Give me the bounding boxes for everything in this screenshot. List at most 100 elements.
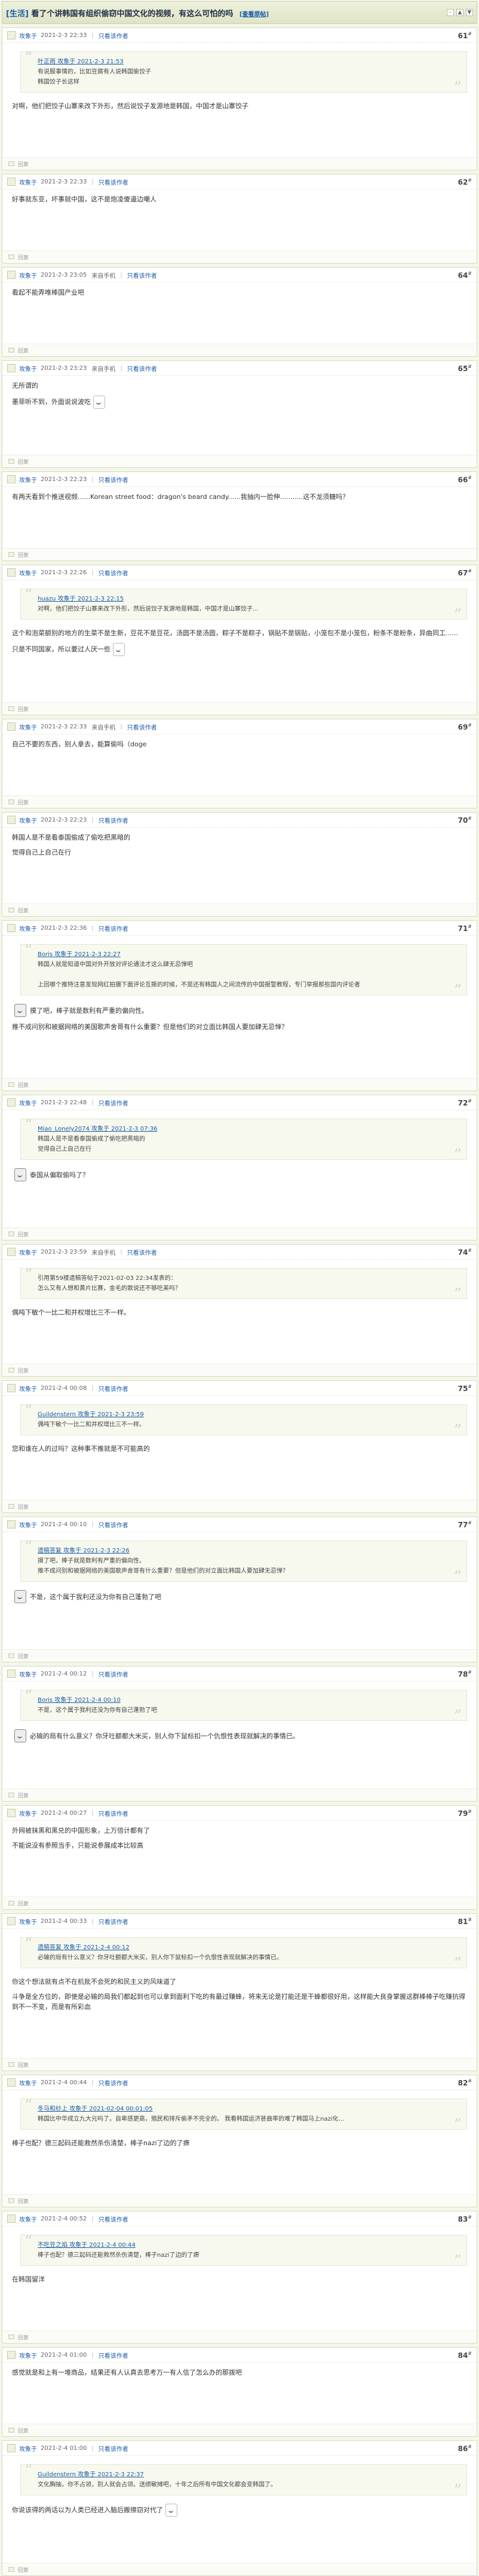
only-author-link[interactable]: 只看该作者 <box>99 2351 128 2360</box>
floor-number[interactable]: 67# <box>458 568 472 577</box>
only-author-link[interactable]: 只看该作者 <box>127 364 157 373</box>
reply-icon[interactable] <box>8 255 14 259</box>
reply-icon[interactable] <box>8 1653 14 1658</box>
reply-button[interactable]: 回复 <box>18 1230 29 1238</box>
quote-source-link[interactable]: Boris 攻象于 2021-2-3 22:27 <box>38 949 446 960</box>
username[interactable]: 攻象于 <box>19 364 37 373</box>
reply-icon[interactable] <box>8 552 14 557</box>
avatar[interactable] <box>7 475 16 483</box>
username[interactable]: 攻象于 <box>19 924 37 933</box>
only-author-link[interactable]: 只看该作者 <box>99 568 128 577</box>
reply-button[interactable]: 回复 <box>18 906 29 914</box>
only-author-link[interactable]: 只看该作者 <box>99 2078 128 2087</box>
reply-icon[interactable] <box>8 2428 14 2433</box>
reply-button[interactable]: 回复 <box>18 2061 29 2069</box>
reply-icon[interactable] <box>8 908 14 912</box>
floor-number[interactable]: 66# <box>458 475 472 484</box>
only-author-link[interactable]: 只看该作者 <box>99 1520 128 1529</box>
username[interactable]: 攻象于 <box>19 1917 37 1926</box>
only-author-link[interactable]: 只看该作者 <box>127 1248 157 1257</box>
reply-button[interactable]: 回复 <box>18 1367 29 1374</box>
floor-number[interactable]: 71# <box>458 924 472 933</box>
reply-icon[interactable] <box>8 2062 14 2067</box>
floor-number[interactable]: 74# <box>458 1248 472 1257</box>
floor-number[interactable]: 61# <box>458 31 472 40</box>
username[interactable]: 攻象于 <box>19 177 37 186</box>
username[interactable]: 攻象于 <box>19 1809 37 1818</box>
avatar[interactable] <box>7 1809 16 1817</box>
floor-number[interactable]: 62# <box>458 177 472 186</box>
reply-button[interactable]: 回复 <box>18 253 29 261</box>
reply-button[interactable]: 回复 <box>18 705 29 713</box>
reply-button[interactable]: 回复 <box>18 1900 29 1907</box>
only-author-link[interactable]: 只看该作者 <box>99 2444 128 2453</box>
floor-number[interactable]: 83# <box>458 2214 472 2223</box>
reply-icon[interactable] <box>8 1901 14 1906</box>
avatar[interactable] <box>7 2444 16 2452</box>
avatar[interactable] <box>7 1384 16 1392</box>
reply-icon[interactable] <box>8 1232 14 1236</box>
reply-button[interactable]: 回复 <box>18 2427 29 2434</box>
avatar[interactable] <box>7 1670 16 1678</box>
reply-button[interactable]: 回复 <box>18 1081 29 1089</box>
avatar[interactable] <box>7 2078 16 2087</box>
username[interactable]: 攻象于 <box>19 568 37 577</box>
reply-icon[interactable] <box>8 1504 14 1509</box>
floor-number[interactable]: 78# <box>458 1670 472 1678</box>
only-author-link[interactable]: 只看该作者 <box>99 1098 128 1107</box>
reply-icon[interactable] <box>8 2567 14 2572</box>
username[interactable]: 攻象于 <box>19 2214 37 2223</box>
reply-icon[interactable] <box>8 706 14 711</box>
avatar[interactable] <box>7 271 16 279</box>
username[interactable]: 攻象于 <box>19 816 37 825</box>
quote-source-link[interactable]: Guildenstern 攻象于 2021-2-3 22:37 <box>38 2470 446 2480</box>
reply-button[interactable]: 回复 <box>18 798 29 806</box>
username[interactable]: 攻象于 <box>19 1098 37 1107</box>
reply-icon[interactable] <box>8 1082 14 1087</box>
avatar[interactable] <box>7 568 16 577</box>
quote-source-link[interactable]: 遗稿答复 攻象于 2021-2-4 00:12 <box>38 1943 446 1953</box>
reply-button[interactable]: 回复 <box>18 2197 29 2205</box>
reply-icon[interactable] <box>8 800 14 804</box>
username[interactable]: 攻象于 <box>19 475 37 484</box>
username[interactable]: 攻象于 <box>19 271 37 280</box>
username[interactable]: 攻象于 <box>19 722 37 731</box>
username[interactable]: 攻象于 <box>19 1248 37 1257</box>
floor-number[interactable]: 77# <box>458 1520 472 1529</box>
floor-number[interactable]: 86# <box>458 2444 472 2453</box>
reply-button[interactable]: 回复 <box>18 1791 29 1799</box>
only-author-link[interactable]: 只看该作者 <box>99 1384 128 1393</box>
floor-number[interactable]: 65# <box>458 364 472 373</box>
avatar[interactable] <box>7 177 16 186</box>
only-author-link[interactable]: 只看该作者 <box>99 1917 128 1926</box>
avatar[interactable] <box>7 1248 16 1256</box>
reply-button[interactable]: 回复 <box>18 2566 29 2574</box>
floor-number[interactable]: 72# <box>458 1098 472 1107</box>
only-author-link[interactable]: 只看该作者 <box>127 722 157 731</box>
only-author-link[interactable]: 只看该作者 <box>99 475 128 484</box>
quote-source-link[interactable]: huazu 攻象于 2021-2-3 22:15 <box>38 594 446 604</box>
username[interactable]: 攻象于 <box>19 2078 37 2087</box>
quote-source-link[interactable]: Guildenstern 攻象于 2021-2-3 23:59 <box>38 1410 446 1420</box>
floor-number[interactable]: 82# <box>458 2078 472 2087</box>
only-author-link[interactable]: 只看该作者 <box>99 2214 128 2223</box>
username[interactable]: 攻象于 <box>19 1520 37 1529</box>
avatar[interactable] <box>7 722 16 731</box>
avatar[interactable] <box>7 1917 16 1925</box>
arrow-down-icon[interactable]: ▼ <box>466 9 473 16</box>
avatar[interactable] <box>7 924 16 932</box>
section-tag[interactable]: [生活] <box>6 10 29 19</box>
quote-source-link[interactable]: 遗稿答复 攻象于 2021-2-3 22:26 <box>38 1546 446 1556</box>
quote-source-link[interactable]: 叶正雨 攻象于 2021-2-3 21:53 <box>38 57 446 67</box>
reply-button[interactable]: 回复 <box>18 160 29 168</box>
floor-number[interactable]: 70# <box>458 816 472 825</box>
collapse-icon[interactable]: – <box>447 9 454 16</box>
only-author-link[interactable]: 只看该作者 <box>99 1809 128 1818</box>
reply-icon[interactable] <box>8 2335 14 2339</box>
only-author-link[interactable]: 只看该作者 <box>99 924 128 933</box>
floor-number[interactable]: 64# <box>458 271 472 280</box>
reply-button[interactable]: 回复 <box>18 2333 29 2341</box>
floor-number[interactable]: 84# <box>458 2351 472 2360</box>
username[interactable]: 攻象于 <box>19 1670 37 1678</box>
quote-source-link[interactable]: 冬马和纱上 攻象于 2021-02-04 00:01:05 <box>38 2104 446 2114</box>
